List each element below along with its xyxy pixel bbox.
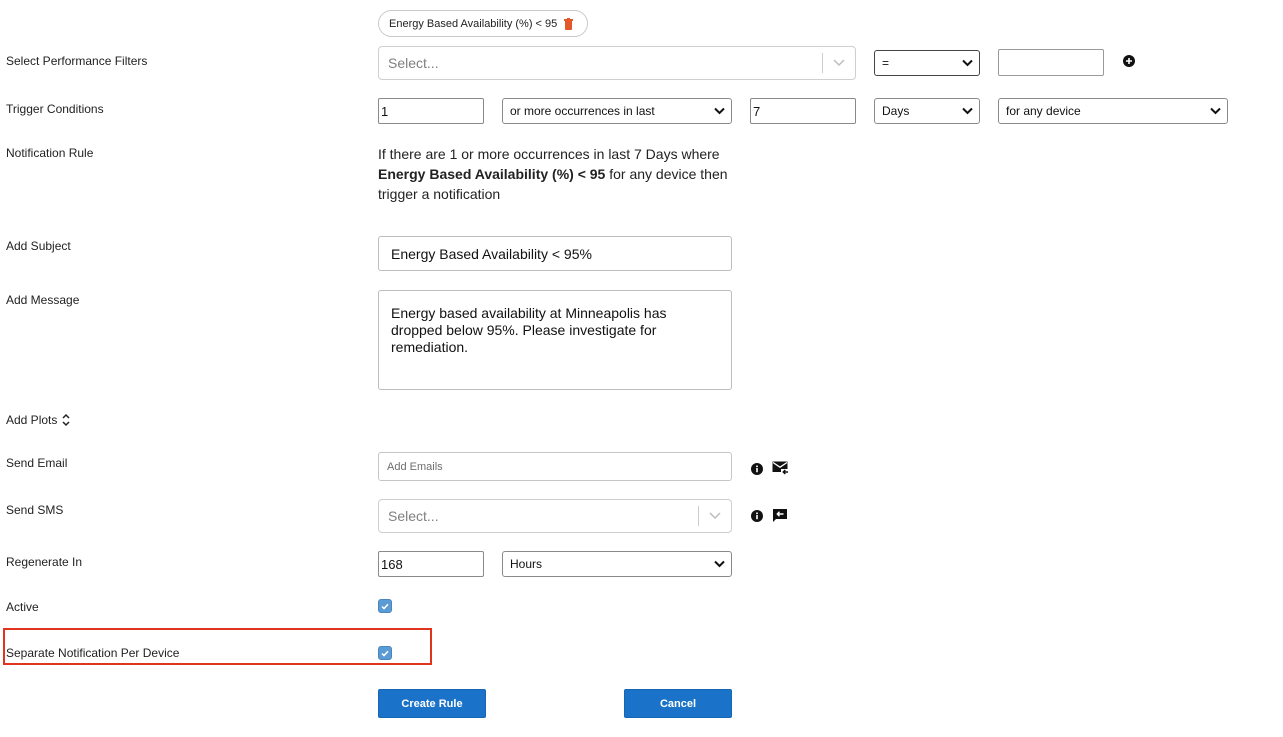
- active-label: Active: [6, 600, 39, 614]
- notification-rule-label: Notification Rule: [6, 146, 94, 160]
- send-sms-label: Send SMS: [6, 503, 64, 517]
- message-textarea[interactable]: Energy based availability at Minneapolis…: [378, 290, 732, 390]
- chevron-down-icon: [699, 512, 731, 520]
- device-scope-select[interactable]: for any device: [998, 98, 1228, 124]
- metric-select[interactable]: Select...: [378, 46, 856, 80]
- metric-select-placeholder: Select...: [388, 55, 439, 71]
- regenerate-in-label: Regenerate In: [6, 555, 83, 569]
- occurrence-select-value: or more occurrences in last: [510, 104, 655, 118]
- sms-select-placeholder: Select...: [388, 508, 439, 524]
- chevron-down-icon: [1210, 107, 1221, 115]
- info-icon[interactable]: [751, 509, 763, 527]
- trigger-conditions-label: Trigger Conditions: [6, 102, 104, 116]
- add-plots-toggle[interactable]: Add Plots: [6, 413, 70, 427]
- check-icon: [381, 603, 389, 610]
- separate-notification-checkbox[interactable]: [378, 646, 392, 660]
- add-subject-label: Add Subject: [6, 239, 71, 253]
- notification-rule-condition: Energy Based Availability (%) < 95: [378, 166, 606, 182]
- period-unit-select[interactable]: Days: [874, 98, 980, 124]
- device-scope-select-value: for any device: [1006, 104, 1081, 118]
- separate-notification-label: Separate Notification Per Device: [6, 646, 180, 660]
- regenerate-value-input[interactable]: 168: [378, 551, 484, 577]
- chevron-down-icon: [962, 107, 973, 115]
- send-email-label: Send Email: [6, 456, 68, 470]
- filter-chip-label: Energy Based Availability (%) < 95: [389, 17, 558, 30]
- create-rule-button[interactable]: Create Rule: [378, 689, 486, 718]
- trigger-period-input[interactable]: 7: [750, 98, 856, 124]
- sms-select[interactable]: Select...: [378, 499, 732, 533]
- notification-rule-text: If there are 1 or more occurrences in la…: [378, 146, 728, 202]
- info-icon[interactable]: [751, 462, 763, 480]
- email-input-placeholder: Add Emails: [387, 460, 443, 473]
- filter-value-input[interactable]: [998, 49, 1104, 76]
- email-input[interactable]: Add Emails: [378, 452, 732, 481]
- plus-circle-icon[interactable]: [1123, 54, 1135, 72]
- trigger-count-input[interactable]: 1: [378, 98, 484, 124]
- regenerate-unit-select[interactable]: Hours: [502, 551, 732, 577]
- sort-icon: [62, 413, 70, 427]
- check-icon: [381, 650, 389, 657]
- chevron-down-icon: [714, 107, 725, 115]
- trash-icon[interactable]: [564, 17, 574, 30]
- filter-chip: Energy Based Availability (%) < 95: [378, 10, 588, 37]
- subject-input[interactable]: Energy Based Availability < 95%: [378, 236, 732, 271]
- mail-forward-icon[interactable]: [772, 460, 789, 481]
- performance-filters-label: Select Performance Filters: [6, 54, 148, 68]
- chevron-down-icon: [714, 560, 725, 568]
- add-message-label: Add Message: [6, 293, 80, 307]
- chevron-down-icon: [962, 59, 973, 67]
- add-plots-label: Add Plots: [6, 413, 58, 427]
- chevron-down-icon: [823, 59, 855, 67]
- regenerate-unit-select-value: Hours: [510, 557, 543, 571]
- operator-select[interactable]: =: [874, 50, 980, 76]
- message-reply-icon[interactable]: [772, 508, 788, 528]
- operator-select-value: =: [882, 56, 890, 70]
- period-unit-select-value: Days: [882, 104, 910, 118]
- cancel-button[interactable]: Cancel: [624, 689, 732, 718]
- active-checkbox[interactable]: [378, 599, 392, 613]
- occurrence-select[interactable]: or more occurrences in last: [502, 98, 732, 124]
